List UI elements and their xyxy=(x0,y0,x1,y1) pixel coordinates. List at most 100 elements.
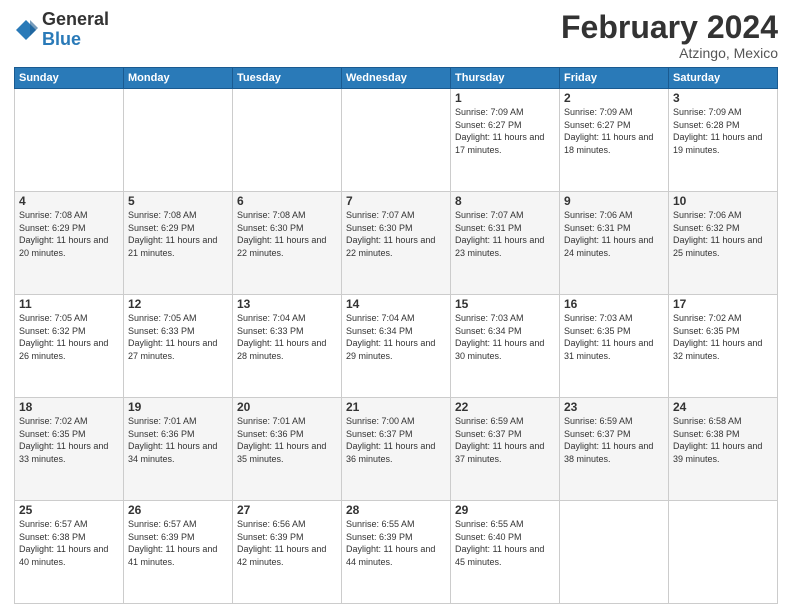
logo-general-text: General xyxy=(42,9,109,29)
calendar-cell xyxy=(669,501,778,604)
day-number: 26 xyxy=(128,503,228,517)
calendar-cell: 9Sunrise: 7:06 AM Sunset: 6:31 PM Daylig… xyxy=(560,192,669,295)
day-number: 14 xyxy=(346,297,446,311)
day-info: Sunrise: 7:06 AM Sunset: 6:32 PM Dayligh… xyxy=(673,209,773,259)
calendar-cell: 29Sunrise: 6:55 AM Sunset: 6:40 PM Dayli… xyxy=(451,501,560,604)
calendar-cell: 14Sunrise: 7:04 AM Sunset: 6:34 PM Dayli… xyxy=(342,295,451,398)
day-number: 17 xyxy=(673,297,773,311)
day-number: 5 xyxy=(128,194,228,208)
calendar-week-row: 18Sunrise: 7:02 AM Sunset: 6:35 PM Dayli… xyxy=(15,398,778,501)
calendar-cell: 6Sunrise: 7:08 AM Sunset: 6:30 PM Daylig… xyxy=(233,192,342,295)
day-number: 8 xyxy=(455,194,555,208)
calendar-cell: 24Sunrise: 6:58 AM Sunset: 6:38 PM Dayli… xyxy=(669,398,778,501)
calendar-cell: 3Sunrise: 7:09 AM Sunset: 6:28 PM Daylig… xyxy=(669,89,778,192)
day-info: Sunrise: 7:06 AM Sunset: 6:31 PM Dayligh… xyxy=(564,209,664,259)
day-info: Sunrise: 7:01 AM Sunset: 6:36 PM Dayligh… xyxy=(237,415,337,465)
day-number: 2 xyxy=(564,91,664,105)
day-info: Sunrise: 7:07 AM Sunset: 6:31 PM Dayligh… xyxy=(455,209,555,259)
calendar-cell xyxy=(15,89,124,192)
calendar-cell: 23Sunrise: 6:59 AM Sunset: 6:37 PM Dayli… xyxy=(560,398,669,501)
calendar-cell: 2Sunrise: 7:09 AM Sunset: 6:27 PM Daylig… xyxy=(560,89,669,192)
day-info: Sunrise: 7:04 AM Sunset: 6:33 PM Dayligh… xyxy=(237,312,337,362)
weekday-header: Saturday xyxy=(669,68,778,89)
day-number: 18 xyxy=(19,400,119,414)
weekday-header: Thursday xyxy=(451,68,560,89)
day-info: Sunrise: 7:03 AM Sunset: 6:34 PM Dayligh… xyxy=(455,312,555,362)
calendar-cell: 11Sunrise: 7:05 AM Sunset: 6:32 PM Dayli… xyxy=(15,295,124,398)
day-number: 6 xyxy=(237,194,337,208)
calendar-cell: 12Sunrise: 7:05 AM Sunset: 6:33 PM Dayli… xyxy=(124,295,233,398)
weekday-header: Monday xyxy=(124,68,233,89)
calendar-cell: 19Sunrise: 7:01 AM Sunset: 6:36 PM Dayli… xyxy=(124,398,233,501)
weekday-header: Wednesday xyxy=(342,68,451,89)
day-number: 11 xyxy=(19,297,119,311)
calendar-cell: 26Sunrise: 6:57 AM Sunset: 6:39 PM Dayli… xyxy=(124,501,233,604)
calendar-cell: 4Sunrise: 7:08 AM Sunset: 6:29 PM Daylig… xyxy=(15,192,124,295)
calendar-week-row: 1Sunrise: 7:09 AM Sunset: 6:27 PM Daylig… xyxy=(15,89,778,192)
day-number: 19 xyxy=(128,400,228,414)
day-info: Sunrise: 7:02 AM Sunset: 6:35 PM Dayligh… xyxy=(673,312,773,362)
day-number: 24 xyxy=(673,400,773,414)
day-info: Sunrise: 6:58 AM Sunset: 6:38 PM Dayligh… xyxy=(673,415,773,465)
calendar-cell xyxy=(233,89,342,192)
day-number: 29 xyxy=(455,503,555,517)
calendar-cell: 16Sunrise: 7:03 AM Sunset: 6:35 PM Dayli… xyxy=(560,295,669,398)
day-info: Sunrise: 6:57 AM Sunset: 6:38 PM Dayligh… xyxy=(19,518,119,568)
day-info: Sunrise: 7:02 AM Sunset: 6:35 PM Dayligh… xyxy=(19,415,119,465)
day-info: Sunrise: 7:09 AM Sunset: 6:27 PM Dayligh… xyxy=(564,106,664,156)
day-info: Sunrise: 7:08 AM Sunset: 6:29 PM Dayligh… xyxy=(128,209,228,259)
day-info: Sunrise: 7:05 AM Sunset: 6:33 PM Dayligh… xyxy=(128,312,228,362)
calendar-week-row: 4Sunrise: 7:08 AM Sunset: 6:29 PM Daylig… xyxy=(15,192,778,295)
logo-icon xyxy=(14,18,38,42)
day-info: Sunrise: 6:59 AM Sunset: 6:37 PM Dayligh… xyxy=(564,415,664,465)
day-number: 13 xyxy=(237,297,337,311)
day-number: 12 xyxy=(128,297,228,311)
calendar-cell: 13Sunrise: 7:04 AM Sunset: 6:33 PM Dayli… xyxy=(233,295,342,398)
day-info: Sunrise: 6:59 AM Sunset: 6:37 PM Dayligh… xyxy=(455,415,555,465)
day-info: Sunrise: 6:55 AM Sunset: 6:39 PM Dayligh… xyxy=(346,518,446,568)
day-number: 16 xyxy=(564,297,664,311)
title-block: February 2024 Atzingo, Mexico xyxy=(561,10,778,61)
day-info: Sunrise: 7:04 AM Sunset: 6:34 PM Dayligh… xyxy=(346,312,446,362)
logo: General Blue xyxy=(14,10,109,50)
day-number: 28 xyxy=(346,503,446,517)
day-number: 9 xyxy=(564,194,664,208)
calendar-cell xyxy=(560,501,669,604)
month-title: February 2024 xyxy=(561,10,778,45)
weekday-header: Tuesday xyxy=(233,68,342,89)
weekday-header: Sunday xyxy=(15,68,124,89)
calendar-cell: 27Sunrise: 6:56 AM Sunset: 6:39 PM Dayli… xyxy=(233,501,342,604)
day-number: 22 xyxy=(455,400,555,414)
calendar-cell: 22Sunrise: 6:59 AM Sunset: 6:37 PM Dayli… xyxy=(451,398,560,501)
day-number: 27 xyxy=(237,503,337,517)
logo-blue-text: Blue xyxy=(42,29,81,49)
weekday-header-row: SundayMondayTuesdayWednesdayThursdayFrid… xyxy=(15,68,778,89)
day-info: Sunrise: 7:00 AM Sunset: 6:37 PM Dayligh… xyxy=(346,415,446,465)
day-number: 20 xyxy=(237,400,337,414)
day-number: 15 xyxy=(455,297,555,311)
calendar-cell: 5Sunrise: 7:08 AM Sunset: 6:29 PM Daylig… xyxy=(124,192,233,295)
day-number: 25 xyxy=(19,503,119,517)
calendar-table: SundayMondayTuesdayWednesdayThursdayFrid… xyxy=(14,67,778,604)
day-info: Sunrise: 6:57 AM Sunset: 6:39 PM Dayligh… xyxy=(128,518,228,568)
calendar-cell: 21Sunrise: 7:00 AM Sunset: 6:37 PM Dayli… xyxy=(342,398,451,501)
calendar-cell: 7Sunrise: 7:07 AM Sunset: 6:30 PM Daylig… xyxy=(342,192,451,295)
day-number: 4 xyxy=(19,194,119,208)
day-info: Sunrise: 7:05 AM Sunset: 6:32 PM Dayligh… xyxy=(19,312,119,362)
day-number: 23 xyxy=(564,400,664,414)
calendar-week-row: 11Sunrise: 7:05 AM Sunset: 6:32 PM Dayli… xyxy=(15,295,778,398)
day-info: Sunrise: 7:08 AM Sunset: 6:29 PM Dayligh… xyxy=(19,209,119,259)
day-info: Sunrise: 7:09 AM Sunset: 6:27 PM Dayligh… xyxy=(455,106,555,156)
day-number: 3 xyxy=(673,91,773,105)
calendar-cell xyxy=(124,89,233,192)
day-info: Sunrise: 7:07 AM Sunset: 6:30 PM Dayligh… xyxy=(346,209,446,259)
location: Atzingo, Mexico xyxy=(561,45,778,61)
weekday-header: Friday xyxy=(560,68,669,89)
calendar-cell: 10Sunrise: 7:06 AM Sunset: 6:32 PM Dayli… xyxy=(669,192,778,295)
calendar-cell: 20Sunrise: 7:01 AM Sunset: 6:36 PM Dayli… xyxy=(233,398,342,501)
calendar-cell: 1Sunrise: 7:09 AM Sunset: 6:27 PM Daylig… xyxy=(451,89,560,192)
day-info: Sunrise: 6:55 AM Sunset: 6:40 PM Dayligh… xyxy=(455,518,555,568)
day-number: 10 xyxy=(673,194,773,208)
calendar-cell: 15Sunrise: 7:03 AM Sunset: 6:34 PM Dayli… xyxy=(451,295,560,398)
day-number: 7 xyxy=(346,194,446,208)
